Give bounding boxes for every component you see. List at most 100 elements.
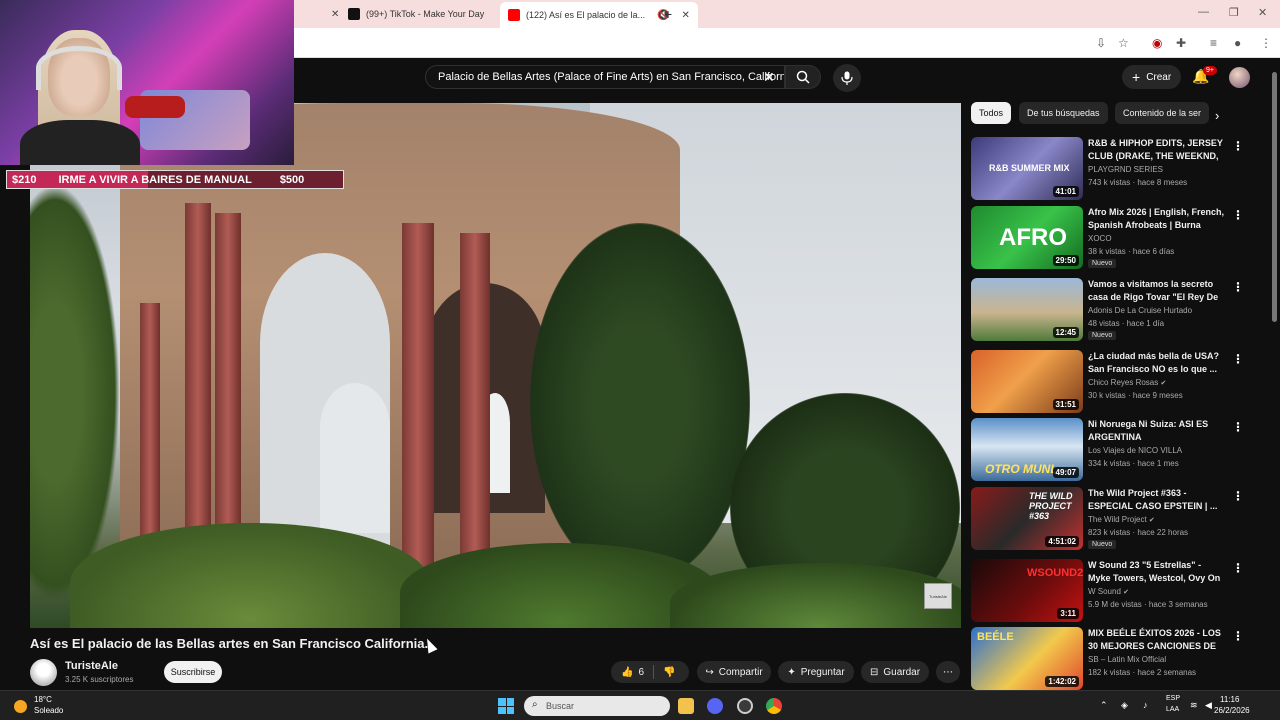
- wifi-icon[interactable]: ≋: [1190, 700, 1198, 711]
- install-icon[interactable]: ⇩: [1096, 36, 1106, 50]
- chip-from-searches[interactable]: De tus búsquedas: [1019, 102, 1108, 124]
- tab-title: (99+) TikTok - Make Your Day: [366, 9, 485, 19]
- recommendation-item[interactable]: R&B SUMMER MIX 41:01 R&B & HIPHOP EDITS,…: [971, 137, 1244, 203]
- ask-button[interactable]: ✦ Preguntar: [778, 661, 854, 683]
- video-title: Así es El palacio de las Bellas artes en…: [30, 636, 429, 651]
- rec-title: ¿La ciudad más bella de USA? San Francis…: [1088, 351, 1220, 374]
- streamer-webcam: [0, 0, 294, 165]
- chevron-up-icon[interactable]: ⌃: [1100, 700, 1108, 711]
- tab-title: (122) Así es El palacio de la...: [526, 10, 646, 20]
- kebab-menu-icon[interactable]: ⋮: [1232, 280, 1244, 294]
- tiktok-icon: [348, 8, 360, 20]
- share-button[interactable]: ↪ Compartir: [697, 661, 771, 683]
- subscriber-count: 3.25 K suscriptores: [65, 675, 134, 684]
- rec-channel: Chico Reyes Rosas ✔: [1088, 378, 1167, 387]
- kebab-menu-icon[interactable]: ⋮: [1232, 561, 1244, 575]
- discord-icon[interactable]: [707, 698, 723, 714]
- close-icon[interactable]: ✕: [682, 10, 690, 21]
- duration-badge: 49:07: [1052, 467, 1079, 478]
- tab-close-prev[interactable]: ✕: [325, 4, 339, 24]
- more-icon: ⋯: [943, 666, 953, 678]
- create-button[interactable]: + Crear: [1122, 65, 1182, 89]
- recommendation-item[interactable]: BEÉLE 1:42:02 MIX BEÉLE ÉXITOS 2026 - LO…: [971, 627, 1244, 693]
- profile-icon[interactable]: ●: [1234, 36, 1241, 50]
- video-thumbnail: OTRO MUNL 49:07: [971, 418, 1083, 481]
- donation-goal-bar: $210 IRME A VIVIR A BAIRES DE MANUAL $50…: [6, 170, 344, 189]
- input-layout[interactable]: LAA: [1166, 706, 1179, 713]
- search-input[interactable]: Palacio de Bellas Artes (Palace of Fine …: [425, 65, 785, 89]
- puzzle-icon[interactable]: ✚: [1176, 36, 1186, 50]
- channel-avatar[interactable]: [30, 659, 57, 686]
- rec-title: The Wild Project #363 - ESPECIAL CASO EP…: [1088, 488, 1218, 511]
- thumbs-down-icon[interactable]: 👎: [663, 667, 675, 678]
- menu-icon[interactable]: ⋮: [1260, 36, 1272, 50]
- extension-icon[interactable]: ◉: [1152, 36, 1162, 50]
- verified-icon: ✔: [1160, 380, 1167, 387]
- kebab-menu-icon[interactable]: ⋮: [1232, 489, 1244, 503]
- new-tab-button[interactable]: +: [664, 4, 672, 24]
- page-scrollbar[interactable]: [1270, 62, 1278, 322]
- taskbar-search[interactable]: Buscar: [524, 696, 670, 716]
- video-thumbnail: BEÉLE 1:42:02: [971, 627, 1083, 690]
- kebab-menu-icon[interactable]: ⋮: [1232, 208, 1244, 222]
- rec-title: Ni Noruega Ni Suiza: ASI ES ARGENTINA: [1088, 419, 1209, 442]
- account-avatar[interactable]: [1229, 67, 1250, 88]
- recommendation-item[interactable]: THE WILD PROJECT #363 4:51:02 The Wild P…: [971, 487, 1244, 553]
- microphone-tray-icon[interactable]: ♪: [1143, 700, 1148, 710]
- rec-channel: Los Viajes de NICO VILLA: [1088, 446, 1183, 455]
- window-close-icon[interactable]: ✕: [1258, 6, 1267, 19]
- kebab-menu-icon[interactable]: ⋮: [1232, 420, 1244, 434]
- recommendation-item[interactable]: 31:51 ¿La ciudad más bella de USA? San F…: [971, 350, 1244, 416]
- chevron-right-icon[interactable]: ›: [1215, 108, 1219, 123]
- recommendation-item[interactable]: AFRO 29:50 Afro Mix 2026 | English, Fren…: [971, 206, 1244, 272]
- restore-icon[interactable]: ❐: [1229, 6, 1239, 19]
- channel-watermark-logo[interactable]: TuristeAle: [924, 583, 952, 609]
- chip-series[interactable]: Contenido de la ser: [1115, 102, 1210, 124]
- recommendation-item[interactable]: 12:45 Vamos a visitamos la secreto casa …: [971, 278, 1244, 344]
- rec-channel: SB – Latin Mix Official: [1088, 655, 1167, 664]
- donation-goal-text: IRME A VIVIR A BAIRES DE MANUAL: [58, 173, 252, 186]
- clock-date[interactable]: 26/2/2026: [1214, 706, 1250, 715]
- input-language[interactable]: ESP: [1166, 695, 1180, 702]
- bookmark-star-icon[interactable]: ☆: [1118, 36, 1129, 50]
- chip-all[interactable]: Todos: [971, 102, 1012, 124]
- scrollbar-thumb[interactable]: [1272, 72, 1277, 322]
- save-button[interactable]: ⊟ Guardar: [861, 661, 929, 683]
- media-icon[interactable]: ≡: [1210, 36, 1217, 50]
- clock-time[interactable]: 11:16: [1220, 695, 1239, 704]
- channel-name[interactable]: TuristeAle: [65, 660, 118, 672]
- recommendation-item[interactable]: WSOUND23 3:11 W Sound 23 "5 Estrellas" -…: [971, 559, 1244, 625]
- video-thumbnail: AFRO 29:50: [971, 206, 1083, 269]
- kebab-menu-icon[interactable]: ⋮: [1232, 352, 1244, 366]
- sparkle-icon: ✦: [787, 666, 796, 678]
- clear-icon[interactable]: ✕: [763, 69, 775, 86]
- rec-title: W Sound 23 "5 Estrellas" - Myke Towers, …: [1088, 560, 1221, 583]
- search-button[interactable]: [785, 65, 821, 89]
- rec-meta: 38 k vistas · hace 6 días: [1088, 247, 1175, 256]
- subscribe-button[interactable]: Suscribirse: [164, 661, 222, 683]
- chrome-icon[interactable]: [766, 698, 782, 714]
- video-thumbnail: WSOUND23 3:11: [971, 559, 1083, 622]
- sun-icon[interactable]: [14, 700, 27, 713]
- like-count: 6: [638, 666, 645, 678]
- rec-meta: 5.9 M de vistas · hace 3 semanas: [1088, 600, 1208, 609]
- start-button[interactable]: [498, 698, 514, 714]
- file-explorer-icon[interactable]: [678, 698, 694, 714]
- microphone: [125, 96, 185, 118]
- more-actions-button[interactable]: ⋯: [936, 661, 960, 683]
- network-tray-icon[interactable]: ◈: [1121, 700, 1128, 711]
- duration-badge: 29:50: [1052, 255, 1079, 266]
- obs-icon[interactable]: [737, 698, 753, 714]
- rec-channel: XOCO: [1088, 234, 1112, 243]
- rec-channel: PLAYGRND SERIES: [1088, 165, 1163, 174]
- minimize-icon[interactable]: —: [1198, 6, 1209, 18]
- rec-title: MIX BEÉLE ÉXITOS 2026 - LOS 30 MEJORES C…: [1088, 628, 1221, 651]
- like-button[interactable]: 👍 6: [621, 667, 644, 678]
- kebab-menu-icon[interactable]: ⋮: [1232, 629, 1244, 643]
- kebab-menu-icon[interactable]: ⋮: [1232, 139, 1244, 153]
- voice-search-button[interactable]: [833, 64, 861, 92]
- video-thumbnail: THE WILD PROJECT #363 4:51:02: [971, 487, 1083, 550]
- volume-icon[interactable]: ◀: [1205, 700, 1212, 711]
- like-dislike-group: 👍 6 👎: [611, 661, 689, 683]
- recommendation-item[interactable]: OTRO MUNL 49:07 Ni Noruega Ni Suiza: ASI…: [971, 418, 1244, 484]
